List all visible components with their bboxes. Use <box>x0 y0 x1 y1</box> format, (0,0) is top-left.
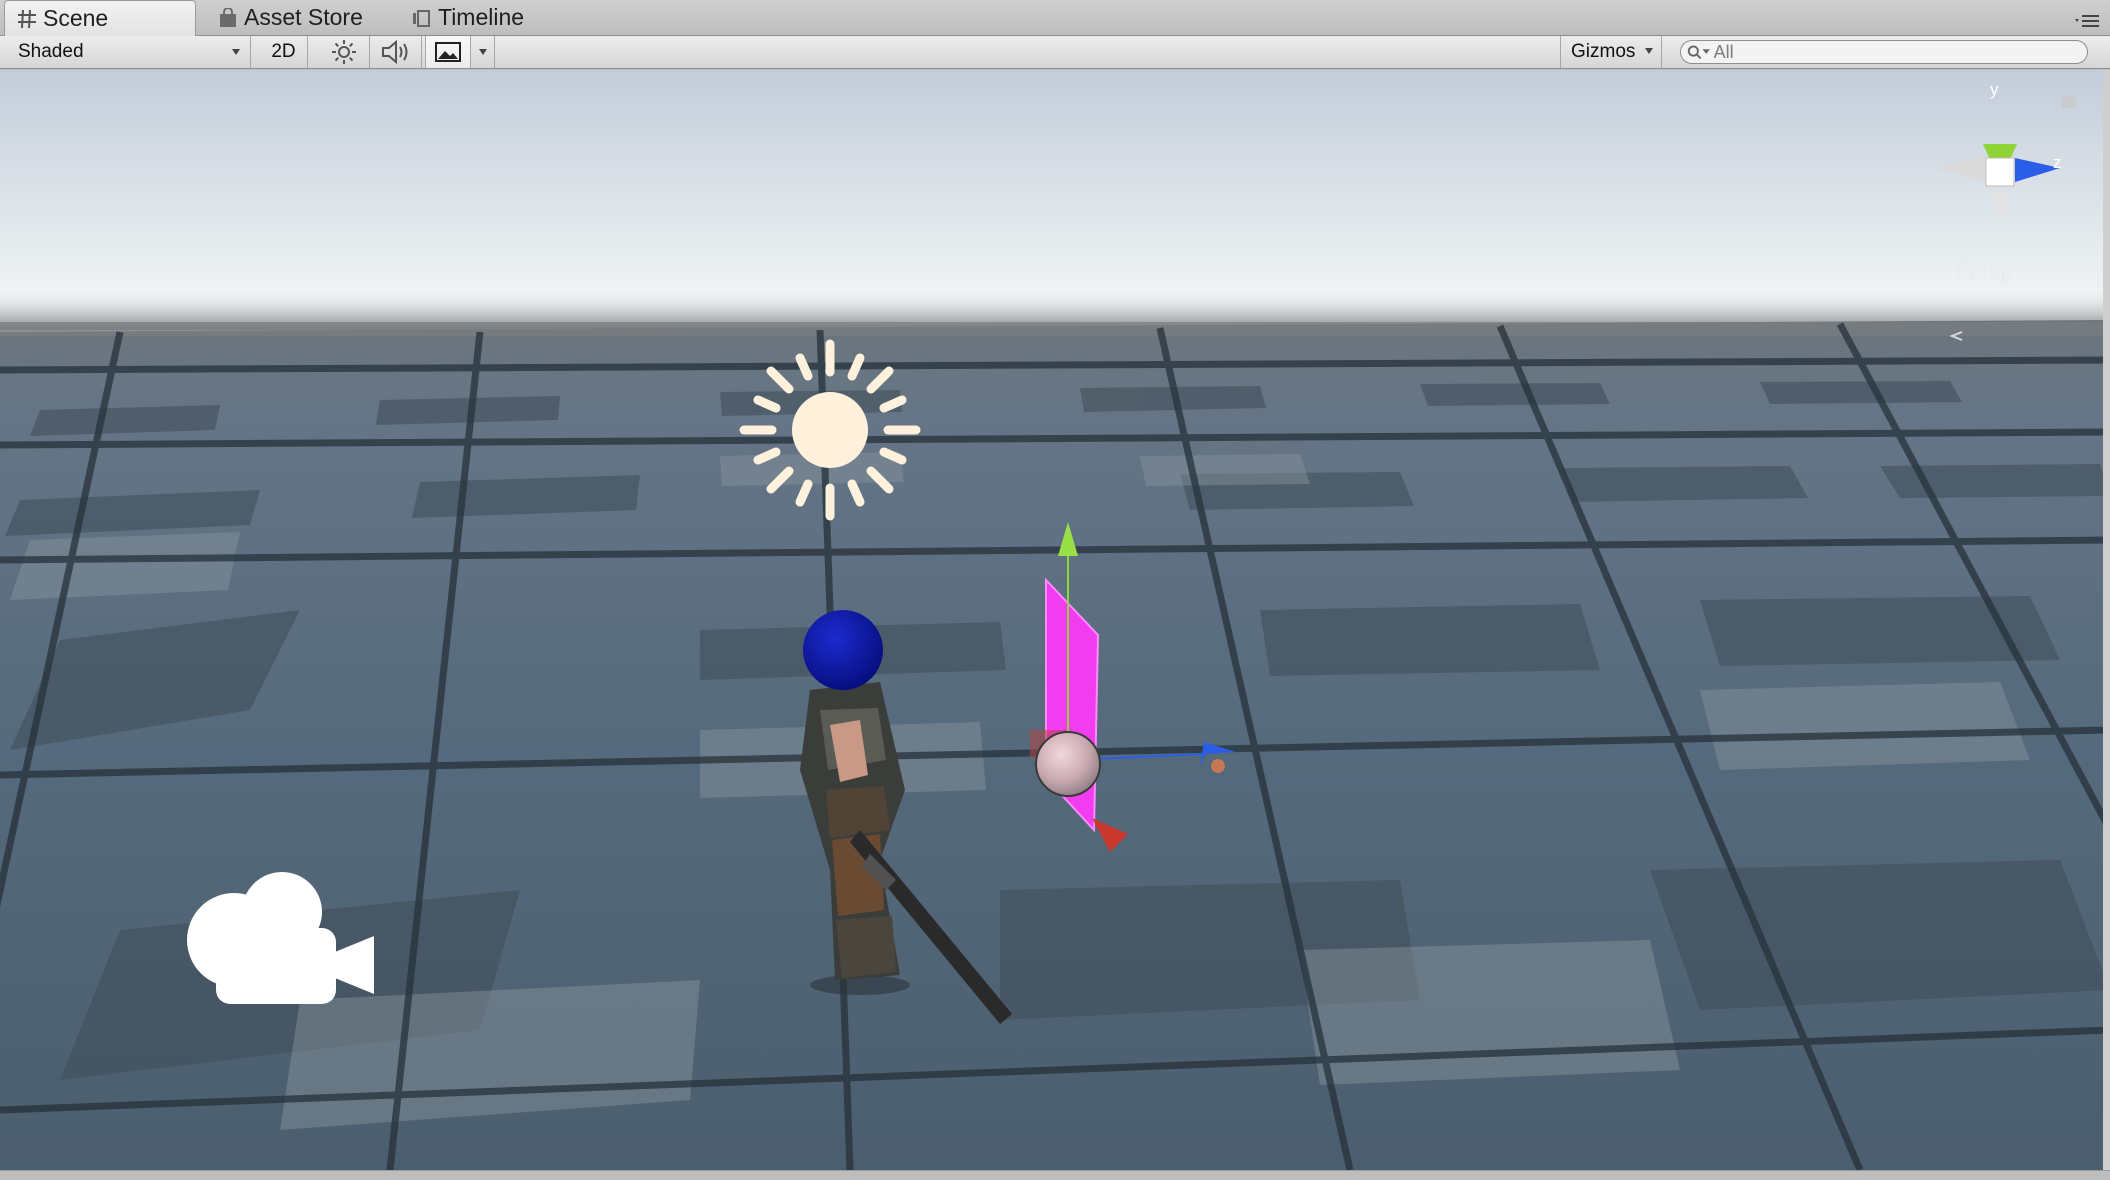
gizmo-center-pivot[interactable] <box>1035 731 1101 797</box>
tab-asset-store-label: Asset Store <box>244 4 363 30</box>
blue-sphere[interactable] <box>803 610 883 690</box>
speaker-icon <box>381 40 407 64</box>
panel-menu-icon <box>2075 15 2099 27</box>
effects-dropdown[interactable] <box>471 36 495 68</box>
gizmo-center-cube[interactable] <box>1985 157 2015 187</box>
sun-icon <box>739 339 921 521</box>
timeline-icon <box>412 8 432 28</box>
chevron-down-icon <box>479 49 487 55</box>
directional-light-gizmo[interactable] <box>739 339 921 521</box>
lighting-toggle-button[interactable] <box>318 36 370 68</box>
viewport-right-edge <box>2103 70 2110 1170</box>
gizmo-y-label: y <box>1990 80 1999 99</box>
panel-options-menu[interactable] <box>2074 13 2100 29</box>
tab-scene[interactable]: Scene <box>4 0 196 36</box>
floor-far-edge <box>0 322 2110 336</box>
effects-toggle-button[interactable] <box>425 36 471 68</box>
toggle-2d-button[interactable]: 2D <box>260 36 308 68</box>
gizmo-z-label: z <box>2053 153 2062 172</box>
chevron-down-icon <box>232 49 240 55</box>
tab-asset-store[interactable]: Asset Store <box>206 0 386 35</box>
gizmos-dropdown[interactable]: Gizmos <box>1560 36 1662 68</box>
draw-mode-dropdown[interactable]: Shaded <box>8 36 251 68</box>
gizmos-label: Gizmos <box>1571 41 1636 62</box>
scene-toolbar: Shaded 2D Gizmos All <box>0 36 2110 69</box>
search-icon <box>1687 45 1710 60</box>
audio-toggle-button[interactable] <box>370 36 422 68</box>
image-effects-icon <box>435 42 461 62</box>
search-input[interactable] <box>1713 41 2087 63</box>
tab-timeline-label: Timeline <box>438 4 525 30</box>
unity-scene-window: Scene Asset Store Timeline Shaded 2D Giz… <box>0 0 2110 1180</box>
sun-toggle-icon <box>331 40 356 64</box>
hierarchy-search-field[interactable] <box>1680 40 2088 64</box>
tab-bar: Scene Asset Store Timeline <box>0 0 2110 36</box>
grid-icon <box>17 9 37 29</box>
lock-icon[interactable] <box>2062 96 2076 108</box>
draw-mode-value: Shaded <box>18 41 84 62</box>
scene-viewport[interactable]: y z <box>0 70 2110 1170</box>
toggle-2d-label: 2D <box>271 41 296 62</box>
projection-mode-label[interactable]: Persp <box>1955 258 2012 284</box>
tab-scene-label: Scene <box>43 5 109 31</box>
chevron-down-icon <box>1645 48 1653 54</box>
shopping-bag-icon <box>218 7 238 28</box>
tab-timeline[interactable]: Timeline <box>400 0 550 35</box>
bottom-edge <box>0 1170 2110 1180</box>
